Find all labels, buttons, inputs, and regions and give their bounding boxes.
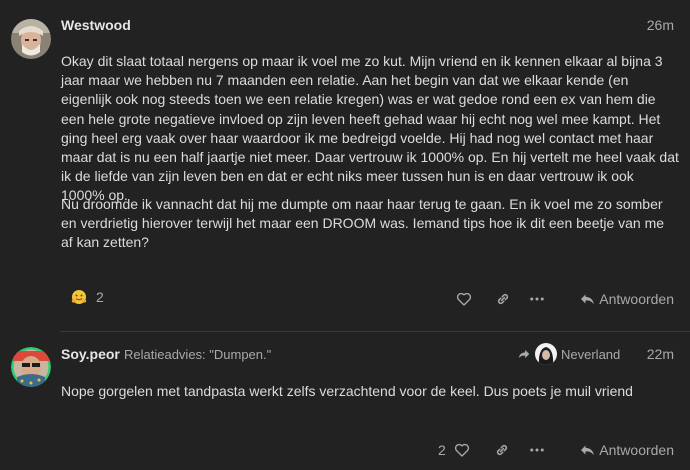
like-count[interactable]: 2 [438, 442, 446, 458]
share-arrow-icon [518, 349, 530, 359]
username[interactable]: Westwood [61, 17, 131, 33]
avatar-neverland [535, 343, 557, 365]
reply-to-username: Neverland [561, 346, 621, 362]
in-reply-to[interactable]: Neverland [517, 342, 620, 366]
post-time[interactable]: 22m [647, 346, 674, 362]
reply-to-topic[interactable]: Relatieadvies: "Dumpen." [124, 347, 271, 362]
heart-icon[interactable] [455, 290, 473, 308]
post-paragraph: Nope gorgelen met tandpasta werkt zelfs … [61, 383, 633, 399]
reply-arrow-icon [581, 445, 595, 456]
reaction-count: 2 [96, 289, 104, 305]
link-icon[interactable] [493, 441, 511, 459]
hugging-face-icon [71, 290, 87, 304]
heart-icon[interactable] [453, 441, 471, 459]
reply-button[interactable]: Antwoorden [578, 290, 674, 308]
link-icon[interactable] [494, 290, 512, 308]
ellipsis-icon[interactable] [528, 290, 546, 308]
reply-label: Antwoorden [599, 442, 674, 458]
avatar-soy-peor[interactable] [11, 347, 51, 387]
ellipsis-icon[interactable] [528, 441, 546, 459]
username[interactable]: Soy.peor [61, 346, 120, 362]
reply-button[interactable]: Antwoorden [578, 441, 674, 459]
post-westwood: Westwood 26m Okay dit slaat totaal nerge… [0, 0, 690, 331]
post-paragraph: Nu droomde ik vannacht dat hij me dumpte… [61, 196, 665, 251]
post-time[interactable]: 26m [647, 17, 674, 33]
post-soy-peor: Soy.peor Relatieadvies: "Dumpen." Neverl… [0, 332, 690, 470]
avatar-westwood[interactable] [11, 19, 51, 59]
reaction-button[interactable]: 2 [71, 289, 104, 305]
reply-label: Antwoorden [599, 291, 674, 307]
reply-arrow-icon [581, 294, 595, 305]
post-paragraph: Okay dit slaat totaal nergens op maar ik… [61, 53, 679, 204]
